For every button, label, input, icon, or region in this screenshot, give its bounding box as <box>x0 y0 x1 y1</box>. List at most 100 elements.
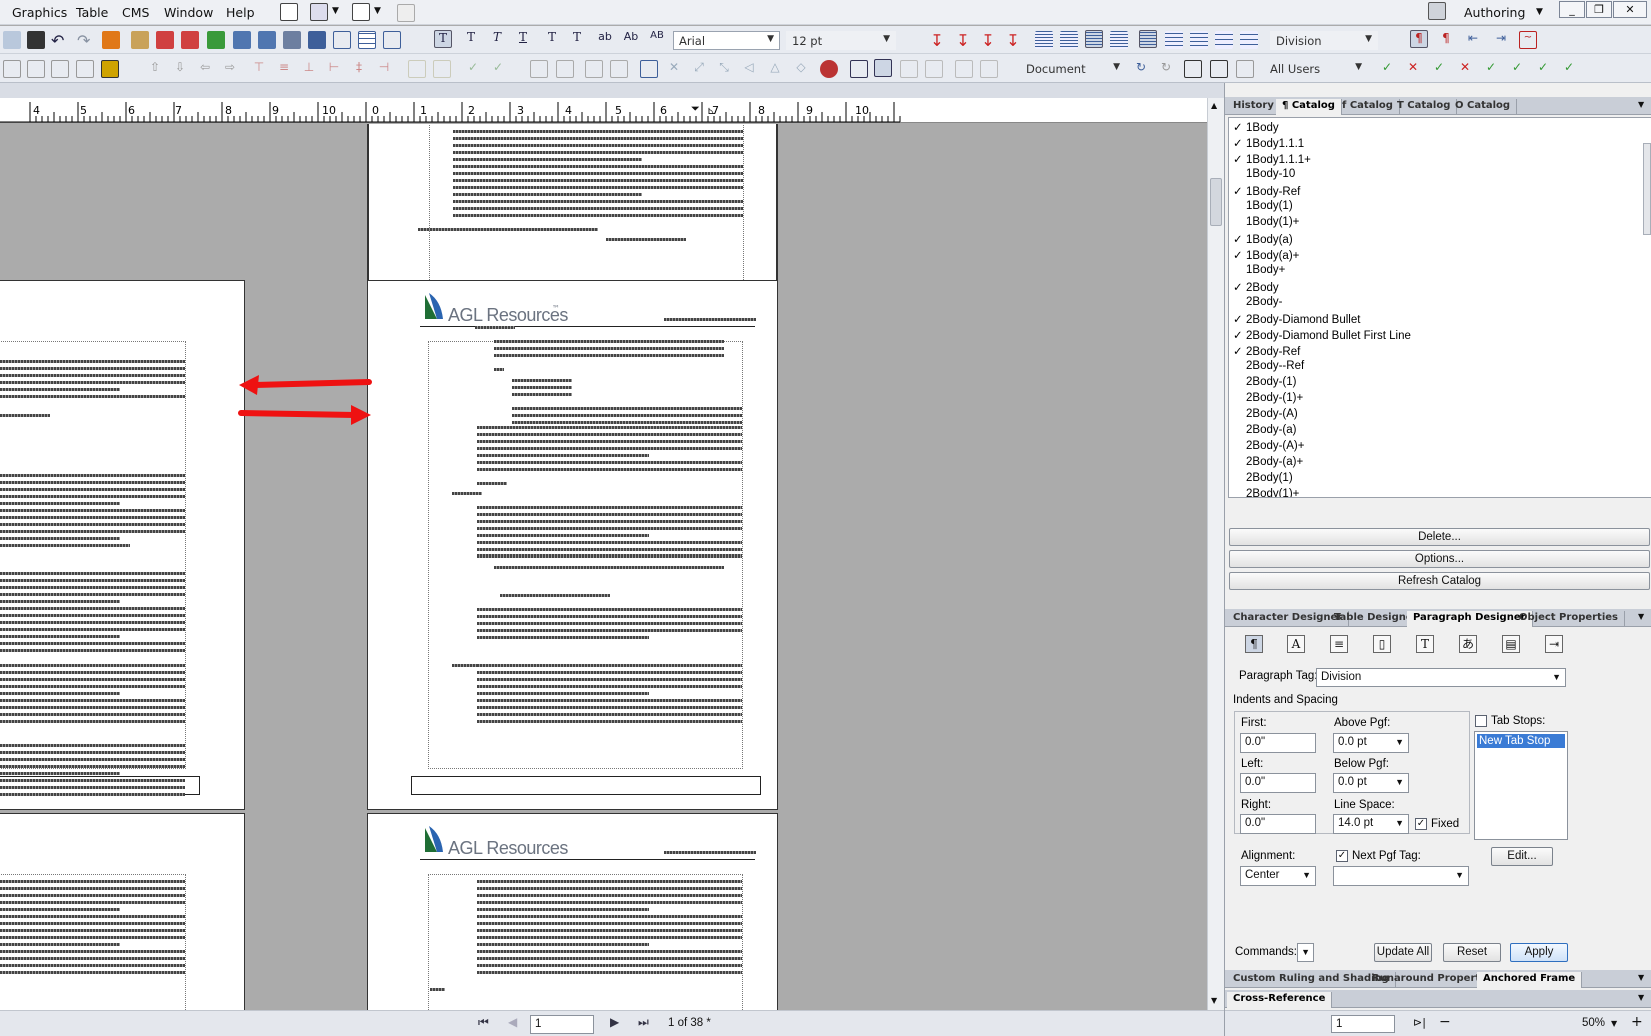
catalog-item[interactable]: 2Body-(1) <box>1233 376 1297 388</box>
tab-object-properties[interactable]: Object Properties <box>1513 611 1626 627</box>
graphic2-icon[interactable] <box>980 60 998 78</box>
bold-icon[interactable]: T <box>462 30 480 48</box>
pod-layout-icon[interactable] <box>280 3 298 21</box>
move-up-icon[interactable]: ⇧ <box>146 60 164 78</box>
catalog-item[interactable]: ✓ 2Body <box>1233 280 1279 294</box>
align-left-icon[interactable] <box>1035 31 1053 49</box>
align-left-obj-icon[interactable]: ⊢ <box>325 60 343 78</box>
underline-icon[interactable]: T <box>514 30 532 48</box>
tab-object-catalog[interactable]: O Catalog <box>1449 99 1518 115</box>
table-straddle-icon[interactable] <box>76 60 94 78</box>
numbering-icon[interactable]: ▯ <box>1373 635 1391 653</box>
next-pgf-checkbox[interactable]: ✓ <box>1336 850 1348 862</box>
font-family-select[interactable]: Arial ▼ <box>673 31 780 50</box>
flip-h-icon[interactable]: ◁ <box>740 60 758 78</box>
insert-table-icon[interactable] <box>358 31 376 49</box>
track-changes-icon[interactable]: ¶ <box>1410 30 1428 48</box>
asian-icon[interactable]: あ <box>1459 635 1477 653</box>
align-center-icon[interactable] <box>1085 30 1103 48</box>
runaround-icon[interactable] <box>850 60 868 78</box>
minimize-button[interactable]: _ <box>1559 1 1585 18</box>
right-indent-marker-icon[interactable]: ⏷ <box>691 102 700 116</box>
fixed-checkbox[interactable]: ✓ <box>1415 818 1427 830</box>
restore-button[interactable]: ❐ <box>1586 1 1612 18</box>
layer2-icon[interactable] <box>925 60 943 78</box>
accept-all-icon[interactable]: ✓ <box>1430 60 1448 78</box>
menu-help[interactable]: Help <box>226 5 255 20</box>
rotate-icon[interactable]: ⤢ <box>690 60 708 78</box>
align-bottom-icon[interactable]: ⊥ <box>300 60 318 78</box>
scroll-up-icon[interactable]: ▲ <box>1211 101 1217 110</box>
catalog-item[interactable]: ✓ 2Body-Diamond Bullet First Line <box>1233 328 1411 342</box>
runaround2-icon[interactable] <box>874 59 892 77</box>
panel-menu-icon[interactable]: ▼ <box>1638 100 1644 109</box>
tab-stops-checkbox[interactable] <box>1475 715 1487 727</box>
catalog-item[interactable]: 2Body(1)+ <box>1233 488 1299 497</box>
zoom-in-icon[interactable]: + <box>1631 1014 1643 1030</box>
options-button[interactable]: Options... <box>1229 550 1650 568</box>
pagination-icon[interactable]: ≡ <box>1330 635 1348 653</box>
accept-all5-icon[interactable]: ✓ <box>1560 60 1578 78</box>
layer-icon[interactable] <box>900 60 918 78</box>
right-indent-input[interactable]: 0.0" <box>1240 814 1316 834</box>
table-properties-icon[interactable] <box>101 60 119 78</box>
spelling-icon[interactable] <box>283 31 301 49</box>
prev-page-icon[interactable]: ◀ <box>508 1015 517 1029</box>
find-next-icon[interactable] <box>258 31 276 49</box>
check2-icon[interactable]: ✓ <box>489 60 507 78</box>
text-style-icon[interactable]: T <box>434 30 452 48</box>
workspace-switcher[interactable]: Authoring <box>1464 5 1525 20</box>
graphic-icon[interactable] <box>955 60 973 78</box>
workspace-dropdown-icon[interactable]: ▼ <box>1536 7 1543 17</box>
zoom-level[interactable]: 50% <box>1582 1017 1605 1029</box>
document-canvas[interactable]: AGL Resources ™ AGL Resources <box>0 124 1207 1010</box>
table-cell-props-icon[interactable]: ▤ <box>1502 635 1520 653</box>
catalog-item[interactable]: ✓ 1Body(a)+ <box>1233 248 1299 262</box>
table-format-icon[interactable] <box>383 31 401 49</box>
delete-button[interactable]: Delete... <box>1229 528 1650 546</box>
first-indent-input[interactable]: 0.0" <box>1240 733 1316 753</box>
catalog-item[interactable]: 2Body-(A) <box>1233 408 1298 420</box>
group-icon[interactable] <box>530 60 548 78</box>
menu-graphics[interactable]: Graphics <box>12 5 67 20</box>
zoom-fit-icon[interactable]: ⊳| <box>1413 1016 1426 1029</box>
structure-icon[interactable] <box>397 4 415 22</box>
catalog-item[interactable]: 2Body- <box>1233 296 1282 308</box>
designer-menu-icon[interactable]: ▼ <box>1638 612 1644 621</box>
find-icon[interactable] <box>233 31 251 49</box>
frame-tabs-menu-icon[interactable]: ▼ <box>1638 973 1644 982</box>
scroll-thumb[interactable] <box>1210 178 1222 226</box>
catalog-item[interactable]: 2Body--Ref <box>1233 360 1304 372</box>
document-icon[interactable] <box>1210 60 1228 78</box>
paragraph-tag-select[interactable]: Division ▼ <box>1270 31 1378 50</box>
catalog-item[interactable]: 2Body-(a)+ <box>1233 456 1303 468</box>
catalog-item[interactable]: ✓ 1Body1.1.1+ <box>1233 152 1311 166</box>
delete-doc-icon[interactable] <box>1236 60 1254 78</box>
move-down-icon[interactable]: ⇩ <box>171 60 189 78</box>
cross-ref-icon[interactable] <box>131 31 149 49</box>
line-spacing-onehalf-icon[interactable] <box>1165 31 1183 49</box>
left-indent-input[interactable]: 0.0" <box>1240 773 1316 793</box>
change-bar3-icon[interactable]: ↧ <box>979 31 997 50</box>
hyperlink2-icon[interactable] <box>181 31 199 49</box>
repeat-icon[interactable] <box>102 31 120 49</box>
paste-icon[interactable] <box>27 31 45 49</box>
catalog-item[interactable]: 2Body(1) <box>1233 472 1293 484</box>
alignment-select[interactable]: Center ▼ <box>1240 866 1316 886</box>
catalog-item[interactable]: ✓ 1Body1.1.1 <box>1233 136 1304 150</box>
catalog-item[interactable]: 1Body-10 <box>1233 168 1295 180</box>
refresh-catalog-button[interactable]: Refresh Catalog <box>1229 572 1650 590</box>
bring-front-icon[interactable] <box>585 60 603 78</box>
smallcaps-icon[interactable]: Ab <box>622 30 640 48</box>
line-space-select[interactable]: 14.0 pt ▼ <box>1333 814 1409 834</box>
reshape-icon[interactable]: ⤡ <box>715 60 733 78</box>
tab-marker-icon[interactable]: ⊾ <box>707 104 716 117</box>
catalog-scroll-thumb[interactable] <box>1643 143 1651 235</box>
hyperlink-icon[interactable] <box>156 31 174 49</box>
fit-window-dropdown-icon[interactable]: ▼ <box>374 6 381 16</box>
next-change-icon[interactable]: ⇥ <box>1492 31 1510 49</box>
prev-change-icon[interactable]: ⇤ <box>1464 31 1482 49</box>
tab-anchored-frame[interactable]: Anchored Frame <box>1477 972 1583 988</box>
catalog-item[interactable]: ✓ 2Body-Diamond Bullet <box>1233 312 1360 326</box>
align-middle-icon[interactable]: ≡ <box>275 60 293 78</box>
